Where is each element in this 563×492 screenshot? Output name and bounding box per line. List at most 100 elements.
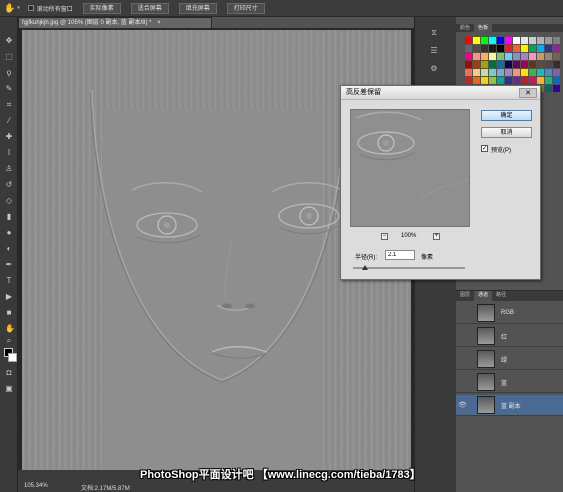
quick-select-tool-icon[interactable]: ✎ [5, 85, 13, 93]
color-swatch[interactable] [545, 77, 552, 84]
hand-tool-icon[interactable]: ✋ [4, 3, 15, 14]
scroll-all-windows-checkbox[interactable] [27, 5, 34, 11]
blur-tool-icon[interactable]: ● [5, 229, 13, 237]
color-swatch[interactable] [553, 69, 560, 76]
color-swatch[interactable] [553, 85, 560, 92]
color-swatch[interactable] [513, 69, 520, 76]
color-swatch[interactable] [481, 69, 488, 76]
color-swatch[interactable] [537, 69, 544, 76]
color-swatch[interactable] [505, 37, 512, 44]
color-swatch[interactable] [513, 53, 520, 60]
quick-mask-icon[interactable]: ◘ [5, 369, 13, 377]
color-swatch[interactable] [529, 69, 536, 76]
color-swatch[interactable] [465, 45, 472, 52]
color-swatch[interactable] [489, 61, 496, 68]
color-swatch[interactable] [473, 45, 480, 52]
color-swatch[interactable] [497, 77, 504, 84]
history-brush-tool-icon[interactable]: ↺ [5, 181, 13, 189]
color-swatch[interactable] [489, 69, 496, 76]
crop-tool-icon[interactable]: ⌗ [5, 101, 13, 109]
color-swatch[interactable] [497, 69, 504, 76]
move-tool-icon[interactable]: ✥ [5, 37, 13, 45]
brush-tool-icon[interactable]: ǀ [5, 149, 13, 157]
color-swatch[interactable] [481, 45, 488, 52]
color-swatch[interactable] [553, 45, 560, 52]
color-swatch[interactable] [473, 77, 480, 84]
channel-row[interactable]: 👁 蓝 副本 [456, 395, 563, 416]
color-swatch[interactable] [545, 37, 552, 44]
actual-pixels-button[interactable]: 实际像素 [82, 2, 121, 14]
color-swatch[interactable] [545, 53, 552, 60]
color-swatch[interactable] [473, 69, 480, 76]
channel-row[interactable]: 蓝 [456, 372, 563, 393]
color-swatch[interactable] [521, 53, 528, 60]
color-swatch[interactable] [505, 61, 512, 68]
tab-paths[interactable]: 路径 [492, 291, 510, 301]
eraser-tool-icon[interactable]: ◇ [5, 197, 13, 205]
color-swatch[interactable] [521, 37, 528, 44]
healing-brush-tool-icon[interactable]: ✚ [5, 133, 13, 141]
color-swatch[interactable] [537, 77, 544, 84]
color-swatch[interactable] [489, 77, 496, 84]
color-swatch[interactable] [489, 53, 496, 60]
color-swatch[interactable] [497, 53, 504, 60]
dodge-tool-icon[interactable]: ◐ [5, 245, 13, 253]
path-select-tool-icon[interactable]: ▶ [5, 293, 13, 301]
fill-screen-button[interactable]: 填充屏幕 [178, 2, 217, 14]
color-swatch[interactable] [529, 53, 536, 60]
color-swatch[interactable] [465, 69, 472, 76]
channel-row[interactable]: RGB [456, 303, 563, 324]
color-swatch[interactable] [553, 77, 560, 84]
cancel-button[interactable]: 取消 [481, 127, 532, 138]
color-swatch[interactable] [553, 61, 560, 68]
color-swatch[interactable] [529, 45, 536, 52]
color-swatch[interactable] [505, 53, 512, 60]
color-swatch[interactable] [481, 61, 488, 68]
screen-mode-icon[interactable]: ▣ [5, 385, 13, 393]
color-swatch[interactable] [497, 61, 504, 68]
document-tab[interactable]: fgjfkuhjkjh.jpg @ 105% (图层 0 副本, 蓝 副本/8)… [18, 17, 212, 28]
color-swatch[interactable] [529, 77, 536, 84]
color-swatch[interactable] [481, 77, 488, 84]
fit-screen-button[interactable]: 适合屏幕 [130, 2, 169, 14]
zoom-out-button[interactable]: − [381, 233, 388, 240]
color-swatch[interactable] [537, 45, 544, 52]
hand-tool-icon[interactable]: ✋ [5, 325, 15, 333]
color-swatch[interactable] [545, 45, 552, 52]
color-swatch[interactable] [497, 45, 504, 52]
color-swatch[interactable] [489, 45, 496, 52]
color-swatch[interactable] [513, 37, 520, 44]
marquee-tool-icon[interactable]: ⬚ [5, 53, 13, 61]
color-swatch[interactable] [513, 45, 520, 52]
color-swatch[interactable] [465, 37, 472, 44]
color-swatch[interactable] [465, 77, 472, 84]
color-swatch[interactable] [465, 53, 472, 60]
tab-layers[interactable]: 图层 [456, 291, 474, 301]
preview-checkbox[interactable]: ✓ [481, 145, 488, 152]
zoom-level-status[interactable]: 105.34% [24, 483, 48, 489]
color-swatch[interactable] [545, 69, 552, 76]
gradient-tool-icon[interactable]: ▮ [5, 213, 13, 221]
ok-button[interactable]: 确定 [481, 110, 532, 121]
color-swatch[interactable] [481, 37, 488, 44]
radius-input[interactable] [385, 250, 415, 260]
background-color-swatch[interactable] [8, 353, 17, 362]
tab-channels[interactable]: 通道 [474, 291, 493, 301]
properties-panel-icon[interactable]: ⚙ [429, 65, 439, 73]
lasso-tool-icon[interactable]: ϙ [5, 69, 13, 77]
eyedropper-tool-icon[interactable]: ⁄ [5, 117, 13, 125]
visibility-eye-icon[interactable]: 👁 [456, 401, 469, 409]
color-swatch[interactable] [545, 85, 552, 92]
color-swatch[interactable] [505, 45, 512, 52]
color-swatch[interactable] [513, 61, 520, 68]
channel-row[interactable]: 红 [456, 326, 563, 347]
radius-slider[interactable] [353, 267, 465, 269]
shape-tool-icon[interactable]: ■ [5, 309, 13, 317]
color-swatch[interactable] [473, 37, 480, 44]
color-swatch[interactable] [497, 37, 504, 44]
color-swatch[interactable] [521, 77, 528, 84]
print-size-button[interactable]: 打印尺寸 [226, 2, 265, 14]
color-swatch[interactable] [553, 53, 560, 60]
tab-color[interactable]: 颜色 [456, 24, 474, 32]
color-swatch[interactable] [521, 69, 528, 76]
